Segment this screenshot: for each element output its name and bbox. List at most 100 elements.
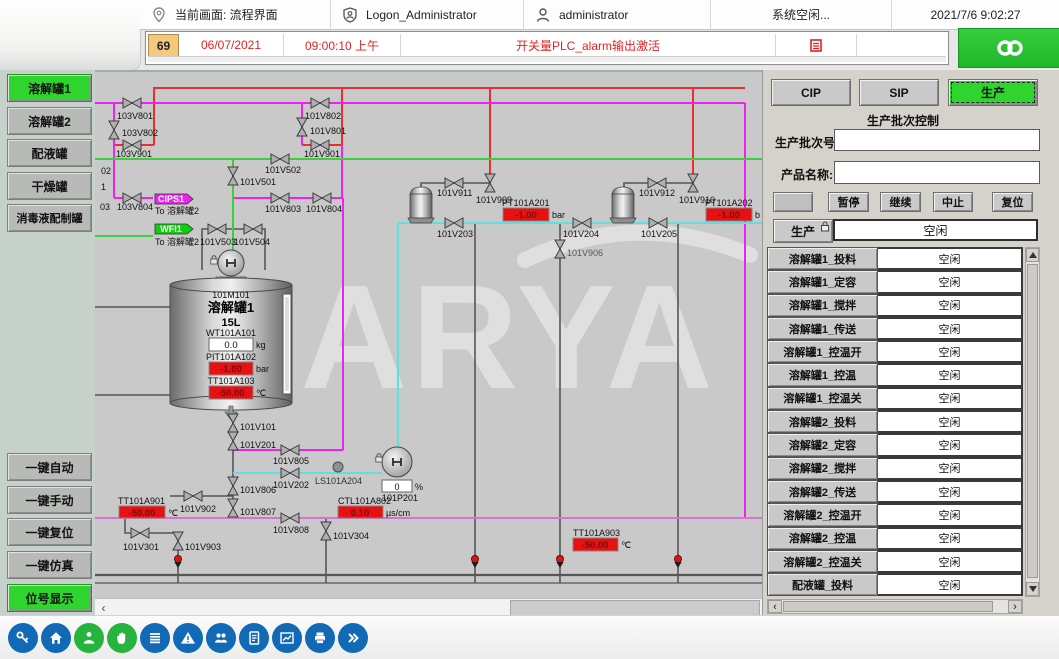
- valve-101V804[interactable]: 101V804: [306, 193, 342, 214]
- valve-103V802[interactable]: 103V802: [109, 121, 158, 139]
- reset-button[interactable]: 复位: [992, 192, 1033, 212]
- list-hscrollbar[interactable]: ‹ ›: [767, 599, 1023, 614]
- valve-101V205[interactable]: 101V205: [641, 218, 677, 239]
- pause-button[interactable]: 暂停: [828, 192, 869, 212]
- alarm-row[interactable]: 69 06/07/2021 09:00:10 上午 开关量PLC_alarm输出…: [148, 34, 946, 56]
- scroll-down-button[interactable]: [1026, 582, 1039, 596]
- step-status-value: 空闲: [939, 484, 961, 500]
- valve-101V806[interactable]: 101V806: [228, 477, 276, 495]
- alarm-icon[interactable]: [173, 623, 203, 653]
- sidebar-item-disinfect-tank[interactable]: 消毒液配制罐: [7, 204, 92, 232]
- step-name-button[interactable]: 溶解罐1_定容: [767, 270, 878, 293]
- scroll-right-button[interactable]: ›: [1008, 600, 1022, 613]
- svg-text:101V803: 101V803: [265, 204, 301, 214]
- sidebar-item-drying-tank[interactable]: 干燥罐: [7, 172, 92, 200]
- valve-101V803[interactable]: 101V803: [265, 193, 301, 214]
- connect-button[interactable]: [958, 28, 1059, 68]
- scroll-thumb[interactable]: [1027, 264, 1038, 578]
- step-name-button[interactable]: 溶解罐1_投料: [767, 247, 878, 270]
- list-vscrollbar[interactable]: [1025, 247, 1040, 597]
- diagram-hscrollbar[interactable]: ‹: [95, 598, 762, 616]
- step-name-button[interactable]: 溶解罐1_控温开: [767, 340, 878, 363]
- continue-button[interactable]: 继续: [880, 192, 921, 212]
- step-name-button[interactable]: 溶解罐2_搅拌: [767, 457, 878, 480]
- sidebar-item-tank1[interactable]: 溶解罐1: [7, 74, 92, 102]
- valve-101V903[interactable]: 101V903: [173, 532, 221, 552]
- cip-button[interactable]: CIP: [771, 79, 851, 106]
- list-icon[interactable]: [140, 623, 170, 653]
- production-state-button[interactable]: 生产: [773, 219, 833, 243]
- scroll-up-button[interactable]: [1026, 248, 1039, 262]
- valve-101V808[interactable]: 101V808: [273, 513, 309, 535]
- sidebar-action-tag-display[interactable]: 位号显示: [7, 584, 92, 612]
- valve-101V911[interactable]: 101V911: [437, 178, 472, 198]
- step-status-field: 空闲: [878, 387, 1023, 410]
- valve-101V502[interactable]: 101V502: [265, 154, 301, 175]
- svg-text:101V304: 101V304: [333, 531, 369, 541]
- step-name-button[interactable]: 溶解罐1_控温: [767, 363, 878, 386]
- svg-text:103V804: 103V804: [117, 202, 153, 212]
- valve-101V204[interactable]: 101V204: [563, 218, 599, 239]
- home-icon[interactable]: [41, 623, 71, 653]
- step-name-button[interactable]: 溶解罐2_控温开: [767, 503, 878, 526]
- sip-button[interactable]: SIP: [859, 79, 939, 106]
- step-name-button[interactable]: 溶解罐2_控温: [767, 527, 878, 550]
- step-name-button[interactable]: 溶解罐2_投料: [767, 410, 878, 433]
- step-name-button[interactable]: 溶解罐1_搅拌: [767, 294, 878, 317]
- valve-101V201[interactable]: 101V201: [228, 432, 276, 450]
- user-cell[interactable]: administrator: [524, 0, 711, 29]
- valve-101V912[interactable]: 101V912: [639, 178, 675, 198]
- users-icon[interactable]: [206, 623, 236, 653]
- abort-button[interactable]: 中止: [933, 192, 973, 212]
- valve-101V805[interactable]: 101V805: [273, 445, 309, 466]
- pump-101P201[interactable]: 0 % 101P201: [376, 447, 423, 503]
- sidebar-action-simulate[interactable]: 一键仿真: [7, 551, 92, 579]
- alarm-bar[interactable]: 69 06/07/2021 09:00:10 上午 开关量PLC_alarm输出…: [145, 31, 949, 65]
- trend-chart-icon[interactable]: [272, 623, 302, 653]
- valve-101V202[interactable]: 101V202: [273, 468, 309, 490]
- sidebar-action-manual[interactable]: 一键手动: [7, 486, 92, 514]
- print-icon[interactable]: [305, 623, 335, 653]
- valve-101V802[interactable]: 101V802: [305, 98, 341, 121]
- valve-101V901[interactable]: 101V901: [304, 140, 340, 159]
- step-name-button[interactable]: 溶解罐2_控温关: [767, 550, 878, 573]
- valve-101V503[interactable]: 101V503: [200, 224, 236, 247]
- batch-no-input[interactable]: [834, 129, 1040, 151]
- step-name-label: 溶解罐2_传送: [789, 484, 856, 500]
- step-name-button[interactable]: 配液罐_投料: [767, 573, 878, 596]
- step-name-button[interactable]: 溶解罐2_定容: [767, 433, 878, 456]
- sidebar-item-tank2[interactable]: 溶解罐2: [7, 107, 92, 135]
- key-icon[interactable]: [8, 623, 38, 653]
- valve-103V804[interactable]: 103V804: [117, 193, 153, 212]
- scroll-left-arrow[interactable]: ‹: [95, 599, 112, 616]
- valve-101V909[interactable]: 101V909: [476, 174, 512, 205]
- auto-mode-icon[interactable]: [74, 623, 104, 653]
- scroll-left-button[interactable]: ‹: [768, 600, 782, 613]
- valve-101V203[interactable]: 101V203: [437, 218, 473, 239]
- valve-101V910[interactable]: 101V910: [679, 174, 715, 205]
- step-status-field: 空闲: [878, 340, 1023, 363]
- valve-103V901[interactable]: 103V901: [116, 140, 152, 159]
- production-mode-button[interactable]: 生产: [948, 79, 1038, 106]
- manual-mode-icon[interactable]: [107, 623, 137, 653]
- step-name-button[interactable]: 溶解罐1_传送: [767, 317, 878, 340]
- sidebar-action-auto[interactable]: 一键自动: [7, 453, 92, 481]
- valve-101V807[interactable]: 101V807: [228, 499, 276, 517]
- step-name-button[interactable]: 溶解罐2_传送: [767, 480, 878, 503]
- more-icon[interactable]: [338, 623, 368, 653]
- valve-101V902[interactable]: 101V902: [180, 491, 216, 514]
- sidebar-item-mixing-tank[interactable]: 配液罐: [7, 139, 92, 167]
- step-name-label: 溶解罐1_控温: [789, 367, 856, 383]
- scroll-thumb[interactable]: [783, 601, 993, 612]
- valve-101V301[interactable]: 101V301: [123, 528, 159, 552]
- alarm-count: 69: [148, 34, 179, 58]
- valve-101V304[interactable]: 101V304: [321, 522, 369, 541]
- valve-103V801[interactable]: 103V801: [117, 98, 153, 121]
- logon-cell[interactable]: Logon_Administrator: [331, 0, 524, 29]
- sidebar-action-reset[interactable]: 一键复位: [7, 518, 92, 546]
- alarm-empty-cell: [857, 34, 946, 56]
- step-status-value: 空闲: [939, 297, 961, 313]
- report-icon[interactable]: [239, 623, 269, 653]
- step-name-button[interactable]: 溶解罐1_控温关: [767, 387, 878, 410]
- product-name-input[interactable]: [834, 161, 1040, 184]
